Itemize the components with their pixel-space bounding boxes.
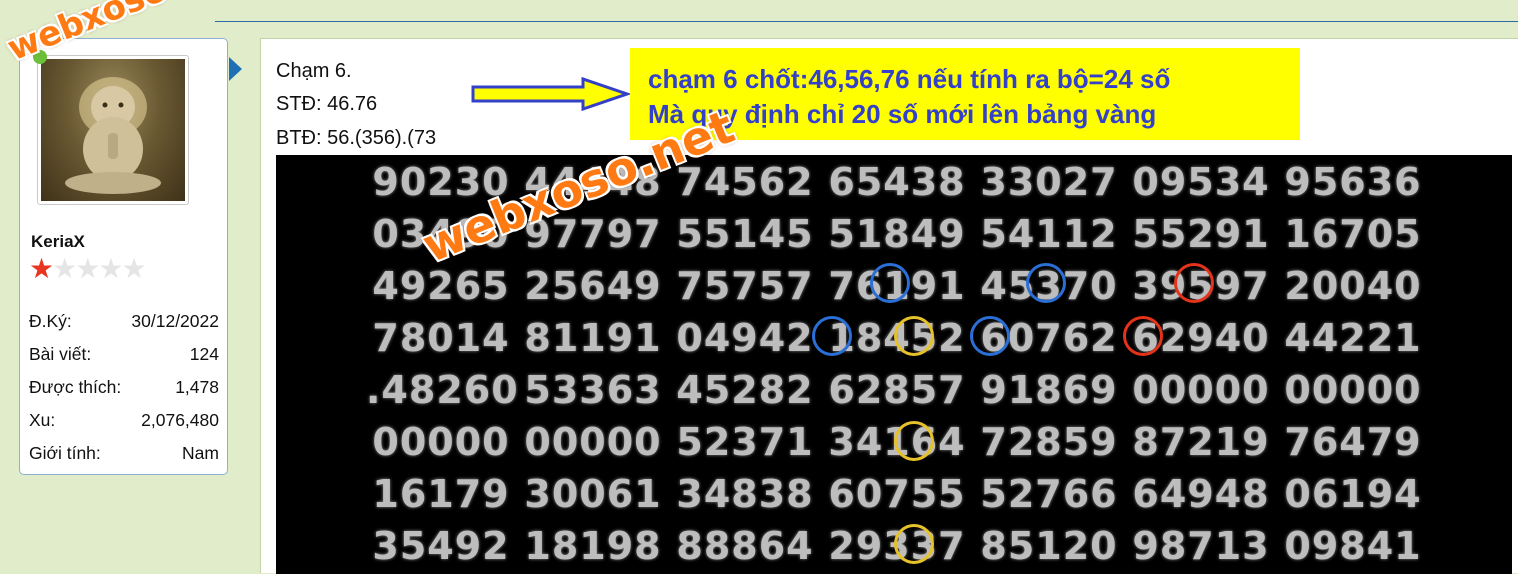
lottery-number: 52766 [980,472,1118,516]
lottery-number: 00000 [1132,368,1270,412]
user-stat-label: Giới tính: [29,443,101,463]
lottery-row: .48260 53363 45282 62857 91869 00000 00000 [276,368,1512,412]
top-divider [215,21,1518,22]
lottery-number: 65438 [828,160,966,204]
lottery-number: 78014 [372,316,510,360]
lottery-number: 25649 [524,264,662,308]
lottery-number: 00000 [524,420,662,464]
blue-circle-marker [1026,263,1066,303]
lottery-number: 55291 [1132,212,1270,256]
lottery-number: 60755 [828,472,966,516]
star-empty-icon: ★ [52,253,77,284]
lottery-number: 72859 [980,420,1118,464]
user-stat-value: 2,076,480 [141,410,219,430]
note-line-1: chạm 6 chốt:46,56,76 nếu tính ra bộ=24 s… [648,64,1171,94]
red-circle-marker [1123,316,1163,356]
lottery-number: 91869 [980,368,1118,412]
yellow-circle-marker [894,316,934,356]
post-body: Chạm 6. STĐ: 46.76 BTĐ: 56.(356).(73 chạ… [260,38,1518,574]
meditating-figure-icon [65,77,161,194]
user-stat-value: 1,478 [175,377,219,397]
blue-circle-marker [870,263,910,303]
red-circle-marker [1174,263,1214,303]
username[interactable]: KeriaX [31,232,85,252]
lottery-number: 35492 [372,524,510,568]
lottery-number: 55145 [676,212,814,256]
arrow-right-icon [471,77,631,111]
lottery-number: 00000 [372,420,510,464]
lottery-number: 04942 [676,316,814,360]
user-stat-label: Được thích: [29,377,122,397]
star-filled-icon: ★ [29,253,54,284]
lottery-number: 18198 [524,524,662,568]
rating-stars: ★★★★★ [29,253,147,284]
user-stat-value: 124 [189,344,219,364]
yellow-circle-marker [894,421,934,461]
lottery-number: 09841 [1284,524,1422,568]
post-line-3: BTĐ: 56.(356).(73 [276,127,437,149]
lottery-row: 90230 44448 74562 65438 33027 09534 95636 [276,160,1512,204]
user-stat-label: Xu: [29,410,56,430]
lottery-number: 87219 [1132,420,1270,464]
lottery-number: 34838 [676,472,814,516]
star-empty-icon: ★ [121,253,146,284]
blue-circle-marker [970,316,1010,356]
yellow-circle-marker [894,524,934,564]
avatar[interactable] [41,59,185,201]
lottery-number: 16179 [372,472,510,516]
lottery-number: 09534 [1132,160,1270,204]
lottery-number: 54112 [980,212,1118,256]
blue-circle-marker [812,316,852,356]
user-card: KeriaX ★★★★★ Đ.Ký: 30/12/2022 Bài viết: 124… [19,38,228,475]
lottery-number: 85120 [980,524,1118,568]
post-line-2: STĐ: 46.76 [276,93,378,115]
lottery-number: 30061 [524,472,662,516]
lottery-number: 20040 [1284,264,1422,308]
lottery-number: 53363 [524,368,662,412]
lottery-number: 62857 [828,368,966,412]
lottery-number: 75757 [676,264,814,308]
user-stat-label: Bài viết: [29,344,92,364]
lottery-number: 76479 [1284,420,1422,464]
lottery-number: 64948 [1132,472,1270,516]
user-stat-value: Nam [182,443,219,463]
post-line-1: Chạm 6. [276,60,352,82]
lottery-number: 44221 [1284,316,1422,360]
user-stat-value: 30/12/2022 [131,311,219,331]
lottery-number: .48260 [366,368,519,412]
avatar-frame[interactable] [37,55,189,205]
lottery-number: 81191 [524,316,662,360]
lottery-number: 45282 [676,368,814,412]
user-stat-label: Đ.Ký: [29,311,72,331]
lottery-number: 00000 [1284,368,1422,412]
lottery-number: 33027 [980,160,1118,204]
lottery-number: 95636 [1284,160,1422,204]
lottery-row: 16179 30061 34838 60755 52766 64948 06194 [276,472,1512,516]
lottery-number: 88864 [676,524,814,568]
lottery-number: 16705 [1284,212,1422,256]
card-pointer-arrow [229,57,242,81]
lottery-number: 51849 [828,212,966,256]
star-empty-icon: ★ [75,253,100,284]
lottery-number: 52371 [676,420,814,464]
lottery-number: 98713 [1132,524,1270,568]
lottery-number: 06194 [1284,472,1422,516]
star-empty-icon: ★ [98,253,123,284]
